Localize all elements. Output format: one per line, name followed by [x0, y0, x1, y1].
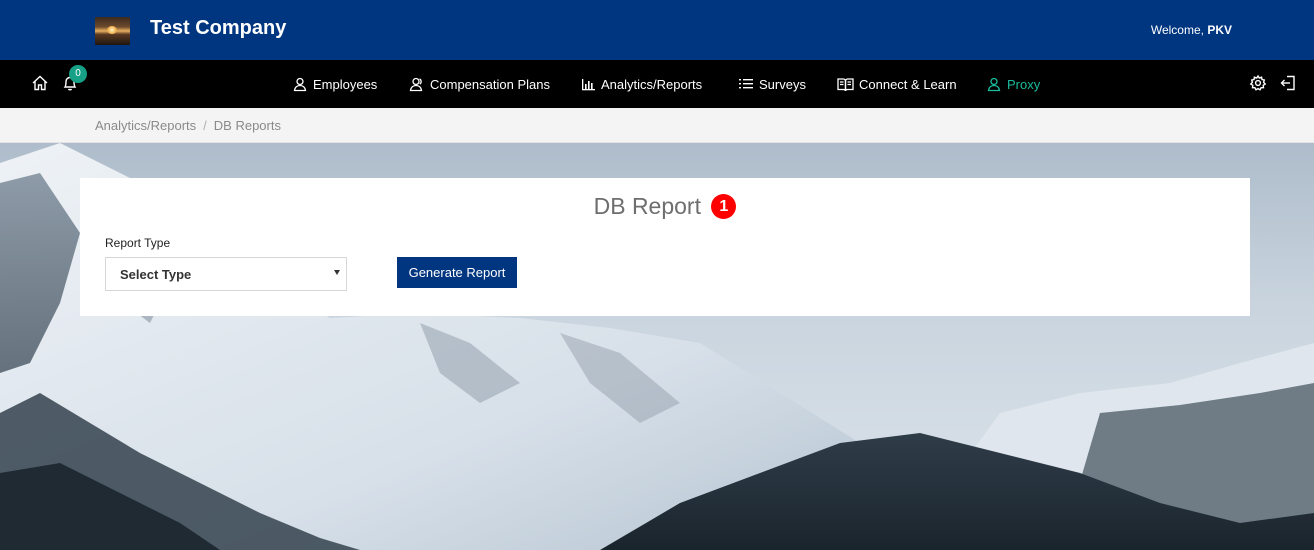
page-title: DB Report 1 — [80, 193, 1250, 220]
report-type-label: Report Type — [105, 236, 171, 250]
breadcrumb: Analytics/Reports / DB Reports — [95, 118, 281, 133]
user-icon — [293, 77, 307, 92]
nav-surveys[interactable]: Surveys — [738, 60, 806, 108]
report-type-select[interactable]: Select Type — [105, 257, 347, 291]
user-name[interactable]: PKV — [1207, 23, 1232, 37]
breadcrumb-bar: Analytics/Reports / DB Reports — [0, 108, 1314, 143]
nav-connect-learn[interactable]: Connect & Learn — [837, 60, 957, 108]
nav-proxy-label: Proxy — [1007, 76, 1041, 92]
report-count-badge: 1 — [711, 194, 737, 219]
users-icon — [409, 77, 423, 92]
home-icon[interactable] — [31, 74, 49, 92]
nav-analytics-reports-label: Analytics/Reports — [601, 76, 703, 92]
nav-employees[interactable]: Employees — [292, 60, 377, 108]
nav-compensation-plans-label: Compensation Plans — [430, 76, 550, 92]
main-nav: 0 Employees Compensation Plans Analytics… — [0, 60, 1314, 108]
list-icon — [739, 79, 753, 89]
nav-surveys-label: Surveys — [759, 76, 806, 92]
notification-badge: 0 — [69, 65, 87, 83]
top-header: Test Company Welcome, PKV — [0, 0, 1314, 60]
generate-report-button[interactable]: Generate Report — [397, 257, 517, 288]
user-icon — [987, 77, 1001, 92]
nav-analytics-reports[interactable]: Analytics/Reports — [581, 60, 702, 108]
company-logo[interactable] — [95, 17, 130, 45]
company-name: Test Company — [150, 17, 287, 39]
bar-chart-icon — [582, 78, 595, 90]
logout-icon[interactable] — [1279, 74, 1297, 92]
breadcrumb-separator: / — [203, 118, 207, 133]
db-report-card: DB Report 1 Report Type Select Type Gene… — [80, 178, 1250, 316]
gear-icon[interactable] — [1249, 74, 1267, 92]
welcome-prefix: Welcome, — [1150, 23, 1208, 37]
nav-employees-label: Employees — [313, 76, 378, 92]
nav-proxy[interactable]: Proxy — [986, 60, 1040, 108]
book-icon — [837, 77, 854, 91]
page-title-text: DB Report — [593, 193, 701, 219]
nav-compensation-plans[interactable]: Compensation Plans — [409, 60, 550, 108]
breadcrumb-analytics-reports[interactable]: Analytics/Reports — [95, 118, 196, 133]
welcome-message: Welcome, PKV — [1151, 23, 1232, 37]
report-type-selected-value: Select Type — [120, 267, 192, 282]
nav-connect-learn-label: Connect & Learn — [859, 76, 957, 92]
breadcrumb-db-reports: DB Reports — [213, 118, 281, 133]
caret-down-icon — [334, 270, 340, 275]
